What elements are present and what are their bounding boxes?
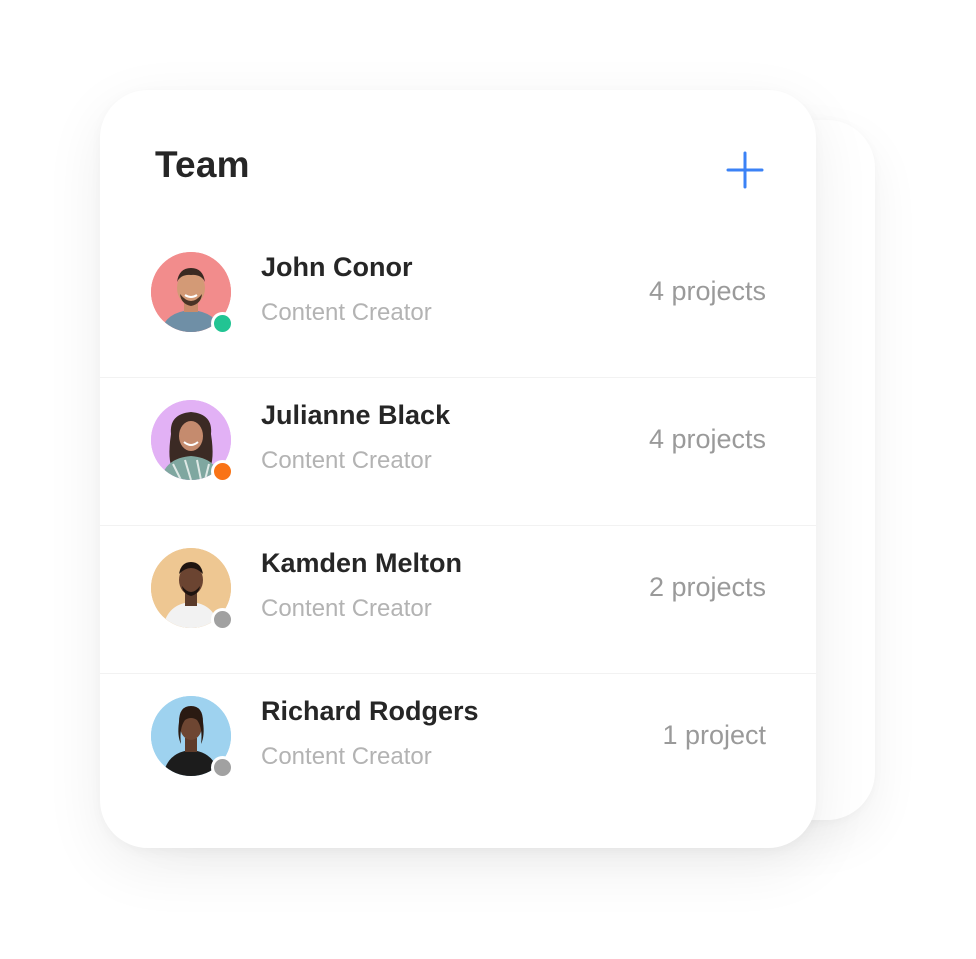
member-row[interactable]: John Conor Content Creator 4 projects	[100, 230, 816, 378]
team-card: Team John Conor Content Creator 4 projec…	[100, 90, 816, 848]
member-row[interactable]: Julianne Black Content Creator 4 project…	[100, 378, 816, 526]
member-role: Content Creator	[261, 595, 432, 622]
member-role: Content Creator	[261, 447, 432, 474]
status-offline-dot	[211, 756, 234, 779]
member-project-count: 4 projects	[648, 424, 766, 454]
member-list: John Conor Content Creator 4 projects Ju…	[100, 230, 816, 822]
member-row[interactable]: Kamden Melton Content Creator 2 projects	[100, 526, 816, 674]
card-header: Team	[100, 90, 816, 230]
member-role: Content Creator	[261, 743, 432, 770]
member-row[interactable]: Richard Rodgers Content Creator 1 projec…	[100, 674, 816, 822]
member-role: Content Creator	[261, 299, 432, 326]
member-name: Kamden Melton	[261, 548, 463, 578]
member-project-count: 1 project	[662, 720, 766, 750]
add-member-button[interactable]	[725, 150, 765, 190]
member-name: Julianne Black	[261, 400, 451, 430]
plus-icon	[726, 151, 764, 189]
member-name: Richard Rodgers	[261, 696, 479, 726]
status-offline-dot	[211, 608, 234, 631]
status-online-dot	[211, 312, 234, 335]
member-project-count: 4 projects	[648, 276, 766, 306]
member-name: John Conor	[261, 252, 413, 282]
card-title: Team	[155, 144, 250, 185]
status-away-dot	[211, 460, 234, 483]
member-project-count: 2 projects	[648, 572, 766, 602]
stage: Team John Conor Content Creator 4 projec…	[0, 0, 976, 959]
